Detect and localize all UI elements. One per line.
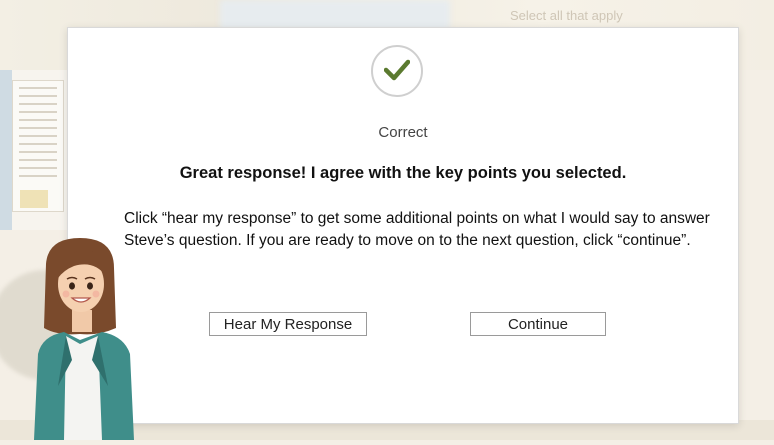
- checkmark-icon: [371, 45, 423, 97]
- coach-avatar: [28, 236, 138, 440]
- hear-my-response-button[interactable]: Hear My Response: [209, 312, 367, 336]
- feedback-body: Click “hear my response” to get some add…: [124, 210, 710, 249]
- background-prompt-text: Select all that apply: [510, 8, 623, 23]
- feedback-dialog: Correct Great response! I agree with the…: [67, 27, 739, 424]
- background-highlight: [220, 0, 450, 30]
- background-side-strip: [0, 70, 12, 230]
- feedback-headline: Great response! I agree with the key poi…: [179, 164, 627, 182]
- result-status: Correct: [378, 124, 428, 141]
- continue-button[interactable]: Continue: [470, 312, 606, 336]
- background-note: [20, 190, 48, 208]
